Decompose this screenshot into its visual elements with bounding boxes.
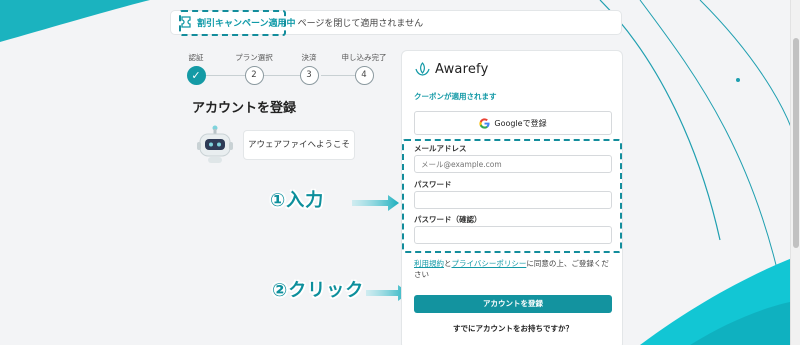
step-plan: プラン選択 2 <box>224 52 284 85</box>
create-account-button[interactable]: アカウントを登録 <box>414 295 612 313</box>
awarefy-logo-icon <box>415 62 430 76</box>
step-complete: 申し込み完了 4 <box>334 52 394 85</box>
arrow-right-icon <box>352 195 399 211</box>
annotation-input: ①入力 <box>270 190 325 211</box>
login-link[interactable]: すでにアカウントをお持ちですか？ <box>402 323 624 334</box>
input-fields-highlight-frame <box>402 139 622 253</box>
step-number: 3 <box>299 66 319 85</box>
terms-notice: 利用規約とプライバシーポリシーに同意の上、ご登録ください <box>414 258 614 280</box>
terms-link[interactable]: 利用規約 <box>414 259 444 268</box>
step-number: 4 <box>354 66 374 85</box>
annotation-click: ②クリック <box>272 280 365 301</box>
scrollbar-thumb[interactable] <box>793 38 799 248</box>
step-number: 2 <box>244 66 264 85</box>
terms-and: と <box>444 259 452 268</box>
scrollbar[interactable] <box>790 0 800 345</box>
step-label: 申し込み完了 <box>341 53 387 62</box>
privacy-policy-link[interactable]: プライバシーポリシー <box>452 259 527 268</box>
google-signup-button[interactable]: Googleで登録 <box>414 111 612 135</box>
step-label: 認証 <box>188 53 204 62</box>
brand-name: Awarefy <box>435 62 489 77</box>
check-icon: ✓ <box>186 66 206 85</box>
step-label: プラン選択 <box>235 53 273 62</box>
robot-mascot-icon <box>197 125 233 163</box>
brand-logo: Awarefy <box>414 61 488 78</box>
coupon-notice: クーポンが適用されます <box>414 92 497 101</box>
banner-text: ページを閉じて適用されません <box>297 19 424 29</box>
progress-stepper: 認証 ✓ プラン選択 2 決済 3 申し込み完了 4 <box>182 52 392 88</box>
step-payment: 決済 3 <box>279 52 339 85</box>
step-label: 決済 <box>301 53 317 62</box>
welcome-bubble: アウェアファイへようこそ <box>243 130 355 160</box>
step-auth: 認証 ✓ <box>166 52 226 85</box>
google-icon <box>479 117 490 129</box>
page-title: アカウントを登録 <box>192 101 297 116</box>
google-button-label: Googleで登録 <box>494 118 547 128</box>
banner-highlight-frame <box>179 10 286 36</box>
